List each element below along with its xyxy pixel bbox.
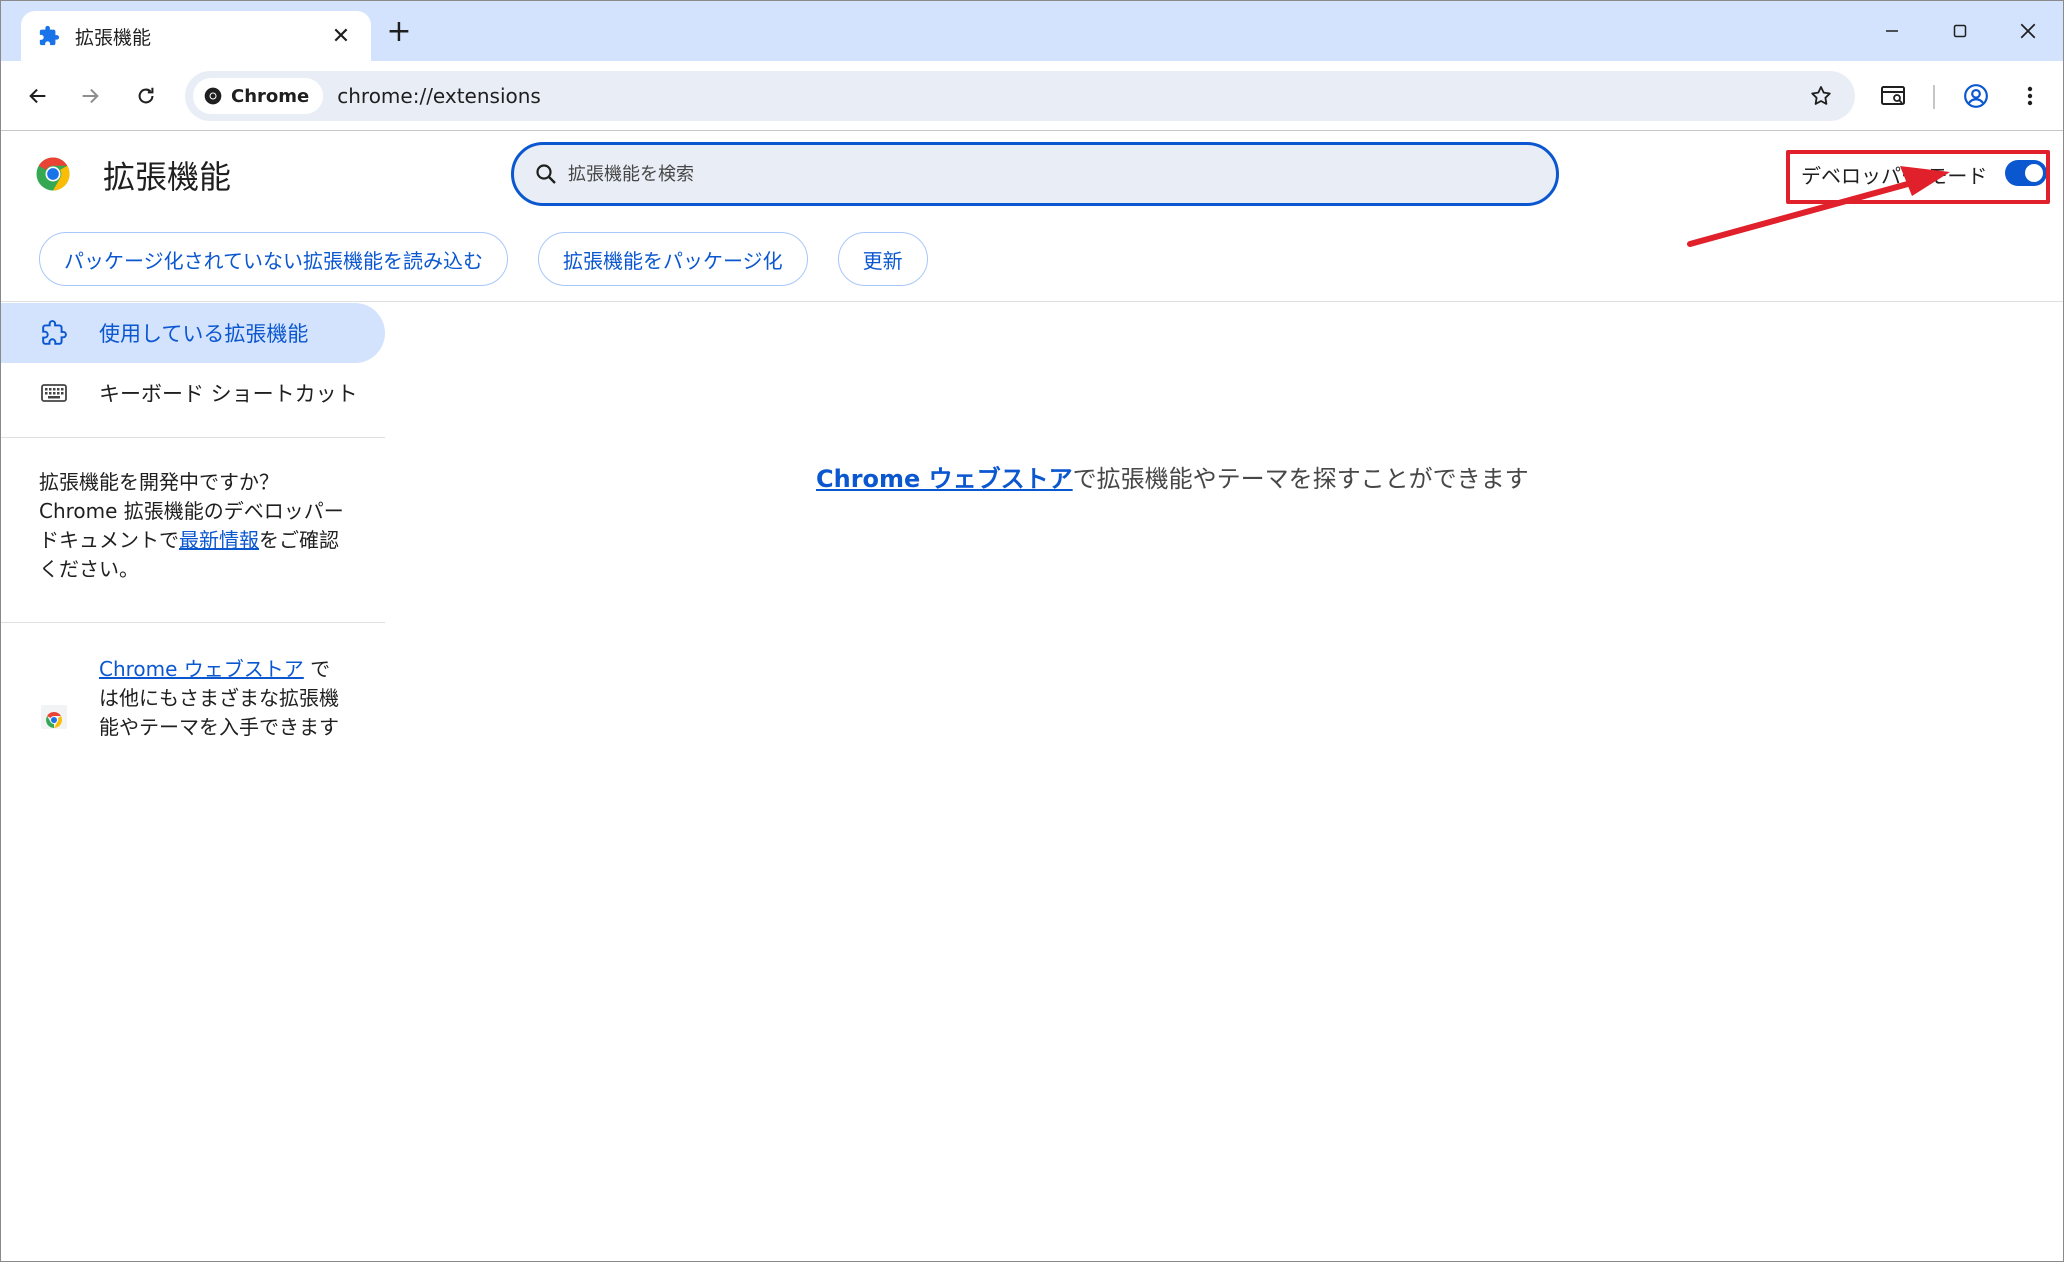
new-tab-button[interactable]: +: [383, 14, 415, 49]
back-button[interactable]: [17, 75, 59, 117]
tab-title: 拡張機能: [75, 26, 152, 49]
profile-icon: [1964, 84, 1988, 108]
developer-mode-toggle[interactable]: [2005, 160, 2047, 186]
arrow-right-icon: [82, 88, 99, 104]
url-text[interactable]: chrome://extensions: [337, 84, 1801, 108]
empty-state-text: で拡張機能やテーマを探すことができます: [1072, 465, 1529, 493]
sidebar-divider: [1, 622, 385, 623]
web-store-text: Chrome ウェブストア では他にもさまざまな拡張機能やテーマを入手できます: [99, 655, 339, 742]
close-icon[interactable]: ✕: [327, 22, 355, 50]
omnibox[interactable]: Chrome chrome://extensions: [185, 71, 1855, 121]
latest-info-link[interactable]: 最新情報: [179, 528, 259, 552]
web-store-promo: Chrome ウェブストア では他にもさまざまな拡張機能やテーマを入手できます: [1, 637, 385, 742]
chrome-icon: [204, 87, 222, 105]
extension-icon: [39, 318, 69, 348]
web-store-icon: [41, 705, 67, 729]
sidebar-item-label: キーボード ショートカット: [99, 382, 358, 406]
search-input[interactable]: [568, 163, 1468, 185]
load-unpacked-button[interactable]: パッケージ化されていない拡張機能を読み込む: [39, 232, 508, 286]
arrow-left-icon: [29, 88, 46, 104]
more-vert-icon: [2027, 86, 2033, 106]
pack-extension-button[interactable]: 拡張機能をパッケージ化: [538, 232, 808, 286]
close-window-button[interactable]: [1999, 9, 2057, 53]
web-store-link[interactable]: Chrome ウェブストア: [99, 657, 304, 681]
developer-mode-label: デベロッパー モード: [1801, 164, 1988, 188]
forward-button[interactable]: [69, 75, 111, 117]
page-title: 拡張機能: [103, 158, 232, 196]
sidebar: 使用している拡張機能 キーボード ショートカット 拡張機能を開発中ですか？ Ch…: [1, 303, 385, 742]
update-button[interactable]: 更新: [837, 232, 928, 286]
search-icon: [536, 164, 556, 184]
toggle-knob: [2025, 164, 2043, 182]
tab-search-icon: [1881, 86, 1905, 105]
minimize-button[interactable]: [1863, 9, 1921, 53]
browser-window: 拡張機能 ✕ + Chrome chrome://extensions 拡張機能…: [0, 0, 2064, 1262]
tab-strip: 拡張機能 ✕ +: [1, 1, 2063, 61]
maximize-button[interactable]: [1931, 9, 1989, 53]
browser-toolbar: Chrome chrome://extensions: [1, 61, 2063, 131]
puzzle-icon: [37, 24, 61, 48]
tab-search-button[interactable]: [1873, 75, 1915, 117]
web-store-link-main[interactable]: Chrome ウェブストア: [816, 465, 1073, 493]
search-box[interactable]: [511, 142, 1559, 206]
developer-docs-text: 拡張機能を開発中ですか？ Chrome 拡張機能のデベロッパー ドキュメントで最…: [1, 452, 385, 608]
empty-state-message: Chrome ウェブストアで拡張機能やテーマを探すことができます: [816, 459, 1529, 494]
bookmark-star-icon[interactable]: [1801, 76, 1841, 116]
site-chip[interactable]: Chrome: [193, 78, 324, 114]
reload-button[interactable]: [125, 75, 167, 117]
reload-icon: [138, 87, 154, 104]
menu-button[interactable]: [2009, 75, 2051, 117]
developer-actions: パッケージ化されていない拡張機能を読み込む 拡張機能をパッケージ化 更新: [39, 232, 928, 286]
toolbar-separator: [1933, 85, 1935, 109]
keyboard-icon: [39, 378, 69, 408]
sidebar-divider: [1, 437, 385, 438]
profile-button[interactable]: [1955, 75, 1997, 117]
maximize-icon: [1953, 24, 1967, 38]
sidebar-item-label: 使用している拡張機能: [99, 322, 309, 346]
sidebar-item-keyboard-shortcuts[interactable]: キーボード ショートカット: [1, 363, 385, 423]
sidebar-item-my-extensions[interactable]: 使用している拡張機能: [1, 303, 385, 363]
site-chip-label: Chrome: [231, 85, 310, 107]
minimize-icon: [1886, 30, 1898, 32]
chrome-logo-icon: [36, 157, 70, 191]
extensions-header: 拡張機能 デベロッパー モード パッケージ化されていない拡張機能を読み込む 拡張…: [1, 132, 2063, 302]
tab-extensions[interactable]: 拡張機能 ✕: [21, 11, 371, 61]
close-icon: [2020, 23, 2036, 39]
